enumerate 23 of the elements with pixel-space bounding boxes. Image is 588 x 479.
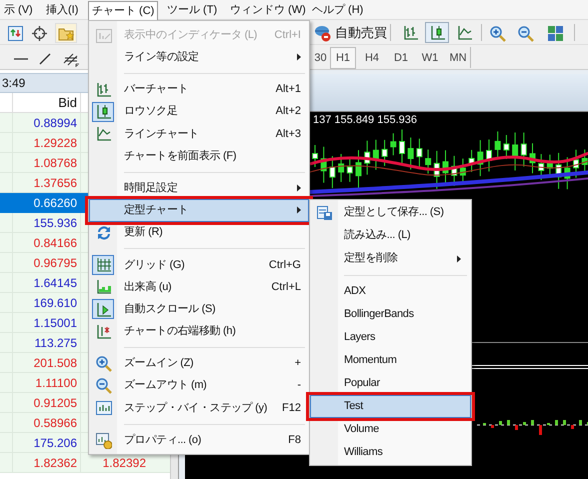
ask-price: 1.82392 xyxy=(102,454,146,472)
column-header: Bid xyxy=(58,94,77,112)
bid-price: 0.66260 xyxy=(34,194,77,212)
bid-price: 1.08768 xyxy=(34,154,77,172)
bid-price: 169.610 xyxy=(34,294,77,312)
bid-price: 0.84166 xyxy=(34,234,77,252)
bid-price: 0.96795 xyxy=(34,254,77,272)
bid-price: 1.15001 xyxy=(34,314,77,332)
time-label: 3:49 xyxy=(2,75,26,92)
bid-price: 1.82362 xyxy=(34,454,77,472)
bid-price: 0.88994 xyxy=(34,114,77,132)
price-readout: 137 155.849 155.936 xyxy=(313,113,417,128)
bid-price: 113.275 xyxy=(34,334,77,352)
bid-price: 1.29228 xyxy=(34,134,77,152)
menu-item: 表示中のインディケータ (L) Ctrl+I xyxy=(89,24,309,46)
bid-price: 175.206 xyxy=(34,434,77,452)
bid-price: 0.91205 xyxy=(34,394,77,412)
bid-price: 201.508 xyxy=(34,354,77,372)
bid-price: 155.936 xyxy=(34,214,77,232)
bid-price: 1.64145 xyxy=(34,274,77,292)
bid-price: 0.58966 xyxy=(34,414,77,432)
bid-price: 1.37656 xyxy=(34,174,77,192)
bid-price: 1.11100 xyxy=(35,374,77,392)
